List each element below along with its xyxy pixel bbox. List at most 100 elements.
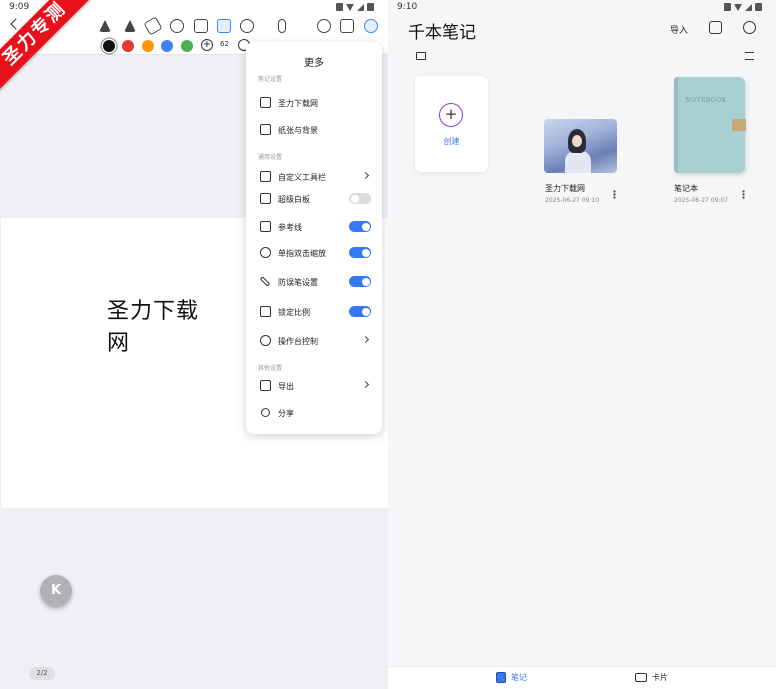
menu-item-label: 导出 xyxy=(278,382,294,391)
more-options-icon[interactable] xyxy=(613,190,616,199)
palette-icon[interactable] xyxy=(317,19,331,33)
notebook-tab-icon xyxy=(496,672,506,683)
lasso-icon[interactable] xyxy=(170,19,184,33)
color-black[interactable] xyxy=(103,40,115,52)
menu-item-label: 操作台控制 xyxy=(278,337,318,346)
wifi-icon xyxy=(734,3,742,11)
status-icons xyxy=(724,3,762,11)
menu-item-label: 锁定比例 xyxy=(278,308,310,317)
size-increase-button[interactable]: + xyxy=(201,39,213,51)
settings-icon[interactable] xyxy=(743,21,756,34)
menu-item-pen[interactable]: 防误笔设置 xyxy=(246,272,382,292)
status-time: 9:10 xyxy=(397,2,418,12)
menu-item-whiteboard[interactable]: 超级白板 xyxy=(246,189,382,209)
zoom-toggle[interactable] xyxy=(349,247,371,258)
menu-item-label: 参考线 xyxy=(278,223,302,232)
color-green[interactable] xyxy=(181,40,193,52)
bottom-navigation: 笔记 卡片 xyxy=(388,666,776,689)
notebook-date: 2025-06-27 09:10 xyxy=(545,197,600,204)
guides-toggle[interactable] xyxy=(349,221,371,232)
notebook-cover-photo[interactable] xyxy=(544,119,617,173)
vibrate-icon xyxy=(336,3,343,11)
status-icons xyxy=(336,3,374,11)
menu-item-rename[interactable]: 圣力下载网 xyxy=(246,93,382,113)
floating-action-button[interactable]: K xyxy=(40,575,72,607)
hand-icon xyxy=(260,247,271,258)
whiteboard-toggle[interactable] xyxy=(349,193,371,204)
card-tab-icon xyxy=(635,673,647,682)
export-icon xyxy=(260,380,271,391)
status-time: 9:09 xyxy=(9,2,30,12)
more-menu: 更多 笔记设置 圣力下载网 纸张与背景 通用设置 自定义工具栏 超级白板 参考线 xyxy=(246,42,382,434)
text-icon[interactable] xyxy=(340,19,354,33)
chevron-right-icon xyxy=(361,171,370,180)
import-button[interactable]: 导入 xyxy=(670,23,688,36)
notebook-date: 2025-06-27 09:07 xyxy=(674,197,729,204)
shape-icon[interactable] xyxy=(217,19,231,33)
tab-notes[interactable]: 笔记 xyxy=(496,672,527,683)
console-icon xyxy=(260,335,271,346)
menu-item-toolbar[interactable]: 自定义工具栏 xyxy=(246,167,382,187)
pencil-icon xyxy=(259,276,271,287)
pen-icon[interactable] xyxy=(99,20,111,32)
create-notebook-card[interactable]: + 创建 xyxy=(415,76,488,172)
eraser-icon[interactable] xyxy=(143,16,163,36)
menu-item-label: 防误笔设置 xyxy=(278,278,318,287)
menu-item-guides[interactable]: 参考线 xyxy=(246,217,382,237)
app-title: 千本笔记 xyxy=(408,23,476,43)
menu-item-console[interactable]: 操作台控制 xyxy=(246,331,382,351)
more-options-icon[interactable] xyxy=(742,190,745,199)
edit-toolbar-icon xyxy=(260,171,271,182)
tab-label: 卡片 xyxy=(652,673,668,682)
vibrate-icon xyxy=(724,3,731,11)
lock-ratio-toggle[interactable] xyxy=(349,306,371,317)
globe-icon[interactable] xyxy=(364,19,378,33)
tab-cards[interactable]: 卡片 xyxy=(635,672,668,683)
notebook-cover-plain[interactable]: NOTEBOOK xyxy=(674,77,746,173)
store-icon[interactable] xyxy=(709,21,722,34)
notebook-name[interactable]: 笔记本 xyxy=(674,183,698,194)
pen-toggle[interactable] xyxy=(349,276,371,287)
menu-title: 更多 xyxy=(304,58,324,69)
wifi-icon xyxy=(346,3,354,11)
ruler-icon[interactable] xyxy=(240,19,254,33)
page-indicator: 2/2 xyxy=(29,667,55,680)
section-other-settings: 其他设置 xyxy=(258,365,283,372)
microphone-icon[interactable] xyxy=(278,19,286,33)
color-orange[interactable] xyxy=(142,40,154,52)
section-general-settings: 通用设置 xyxy=(258,154,283,161)
cover-figure-body xyxy=(565,151,591,173)
signal-icon xyxy=(745,3,752,11)
pen-size-value: 62 xyxy=(220,40,229,48)
battery-icon xyxy=(367,3,374,11)
chevron-right-icon xyxy=(361,335,370,344)
plus-icon: + xyxy=(439,103,463,127)
image-icon[interactable] xyxy=(194,19,208,33)
highlighter-icon[interactable] xyxy=(124,20,136,32)
color-blue[interactable] xyxy=(161,40,173,52)
color-red[interactable] xyxy=(122,40,134,52)
menu-item-label: 自定义工具栏 xyxy=(278,173,326,182)
menu-item-paper[interactable]: 纸张与背景 xyxy=(246,120,382,140)
menu-item-label: 单指双击缩放 xyxy=(278,249,326,258)
section-note-settings: 笔记设置 xyxy=(258,76,283,83)
notebook-spine xyxy=(674,77,678,173)
menu-item-label: 超级白板 xyxy=(278,195,310,204)
canvas-text[interactable]: 圣力下载网 xyxy=(107,296,217,360)
menu-item-label: 圣力下载网 xyxy=(278,99,318,108)
tab-label: 笔记 xyxy=(511,673,527,682)
notebook-icon xyxy=(260,97,271,108)
notebook-clasp xyxy=(732,119,746,131)
cover-figure-face xyxy=(572,135,582,147)
notebook-name[interactable]: 圣力下载网 xyxy=(545,183,585,194)
menu-item-lock-ratio[interactable]: 锁定比例 xyxy=(246,302,382,322)
menu-item-export[interactable]: 导出 xyxy=(246,376,382,396)
sort-icon[interactable] xyxy=(745,52,754,60)
whiteboard-icon xyxy=(260,193,271,204)
signal-icon xyxy=(357,3,364,11)
menu-item-share[interactable]: 分享 xyxy=(246,403,382,423)
sidebar-toggle-icon[interactable] xyxy=(416,52,426,60)
menu-item-zoom[interactable]: 单指双击缩放 xyxy=(246,243,382,263)
notebook-list-screen: 9:10 千本笔记 导入 + 创建 圣力下载网 2025-06-27 09:10… xyxy=(388,0,776,689)
menu-item-label: 纸张与背景 xyxy=(278,126,318,135)
